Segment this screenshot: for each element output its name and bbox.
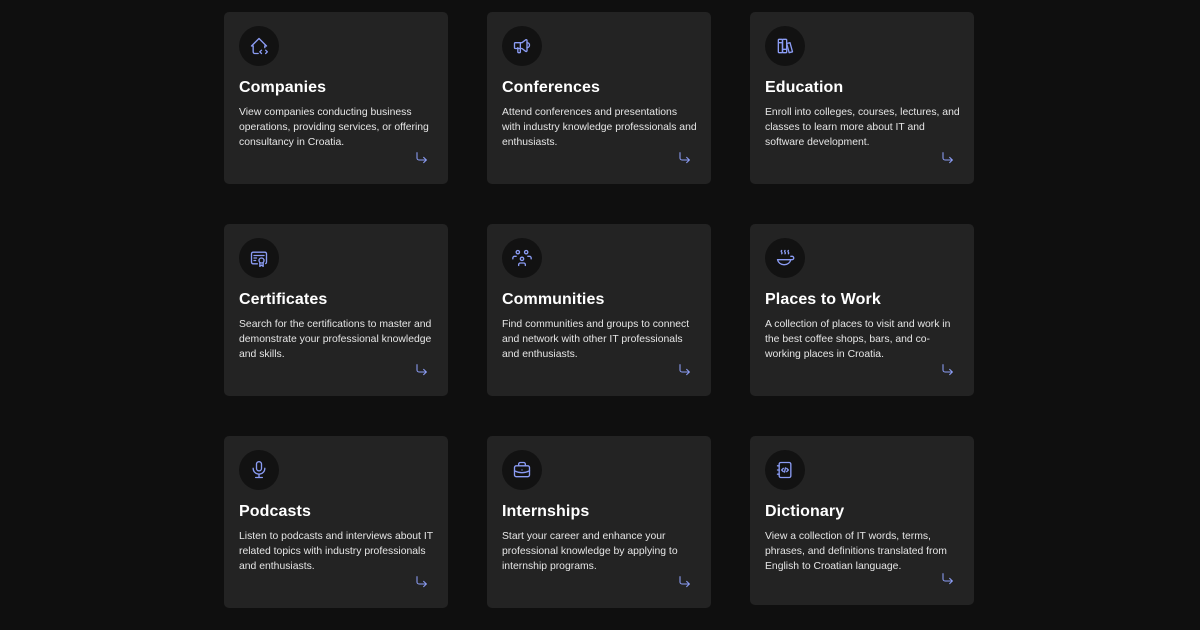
card-dictionary[interactable]: Dictionary View a collection of IT words… — [750, 436, 974, 605]
card-certificates[interactable]: Certificates Search for the certificatio… — [224, 224, 448, 396]
arrow-corner-down-right-icon[interactable] — [676, 150, 692, 166]
card-podcasts[interactable]: Podcasts Listen to podcasts and intervie… — [224, 436, 448, 608]
card-description: View a collection of IT words, terms, ph… — [765, 531, 947, 572]
arrow-corner-down-right-icon[interactable] — [413, 362, 429, 378]
card-description: Listen to podcasts and interviews about … — [239, 531, 433, 572]
icon-badge — [239, 26, 279, 66]
home-code-icon — [250, 37, 268, 55]
icon-badge — [502, 26, 542, 66]
code-book-icon — [776, 461, 792, 479]
icon-badge — [502, 450, 542, 490]
microphone-icon — [252, 461, 266, 479]
icon-badge — [502, 238, 542, 278]
arrow-corner-down-right-icon[interactable] — [939, 362, 955, 378]
card-title: Communities — [502, 291, 605, 308]
card-title: Companies — [239, 79, 327, 96]
card-title: Conferences — [502, 79, 601, 96]
arrow-corner-down-right-icon[interactable] — [413, 574, 429, 590]
card-places-to-work[interactable]: Places to Work A collection of places to… — [750, 224, 974, 396]
card-internships[interactable]: Internships Start your career and enhanc… — [487, 436, 711, 608]
users-group-icon — [512, 249, 532, 267]
arrow-corner-down-right-icon[interactable] — [676, 362, 692, 378]
icon-badge — [765, 238, 805, 278]
card-description: A collection of places to visit and work… — [765, 319, 951, 360]
card-title: Dictionary — [765, 503, 845, 520]
icon-badge — [765, 450, 805, 490]
card-title: Internships — [502, 503, 590, 520]
icon-badge — [239, 450, 279, 490]
card-description: Search for the certifications to master … — [239, 319, 432, 360]
card-conferences[interactable]: Conferences Attend conferences and prese… — [487, 12, 711, 184]
card-description: Start your career and enhance your profe… — [502, 531, 678, 572]
card-companies[interactable]: Companies View companies conducting busi… — [224, 12, 448, 184]
card-description: Attend conferences and presentations wit… — [502, 107, 697, 148]
arrow-corner-down-right-icon[interactable] — [939, 571, 955, 587]
megaphone-icon — [513, 38, 531, 54]
card-title: Places to Work — [765, 291, 881, 308]
card-communities[interactable]: Communities Find communities and groups … — [487, 224, 711, 396]
card-description: View companies conducting business opera… — [239, 107, 429, 148]
category-grid: Companies View companies conducting busi… — [224, 12, 974, 608]
card-education[interactable]: Education Enroll into colleges, courses,… — [750, 12, 974, 184]
card-title: Education — [765, 79, 844, 96]
card-description: Enroll into colleges, courses, lectures,… — [765, 107, 960, 148]
books-icon — [777, 38, 794, 54]
card-description: Find communities and groups to connect a… — [502, 319, 690, 360]
card-title: Certificates — [239, 291, 328, 308]
briefcase-icon — [513, 461, 531, 478]
icon-badge — [765, 26, 805, 66]
certificate-icon — [250, 251, 268, 267]
card-title: Podcasts — [239, 503, 311, 520]
coffee-icon — [776, 249, 795, 266]
arrow-corner-down-right-icon[interactable] — [676, 574, 692, 590]
icon-badge — [239, 238, 279, 278]
arrow-corner-down-right-icon[interactable] — [413, 150, 429, 166]
arrow-corner-down-right-icon[interactable] — [939, 150, 955, 166]
